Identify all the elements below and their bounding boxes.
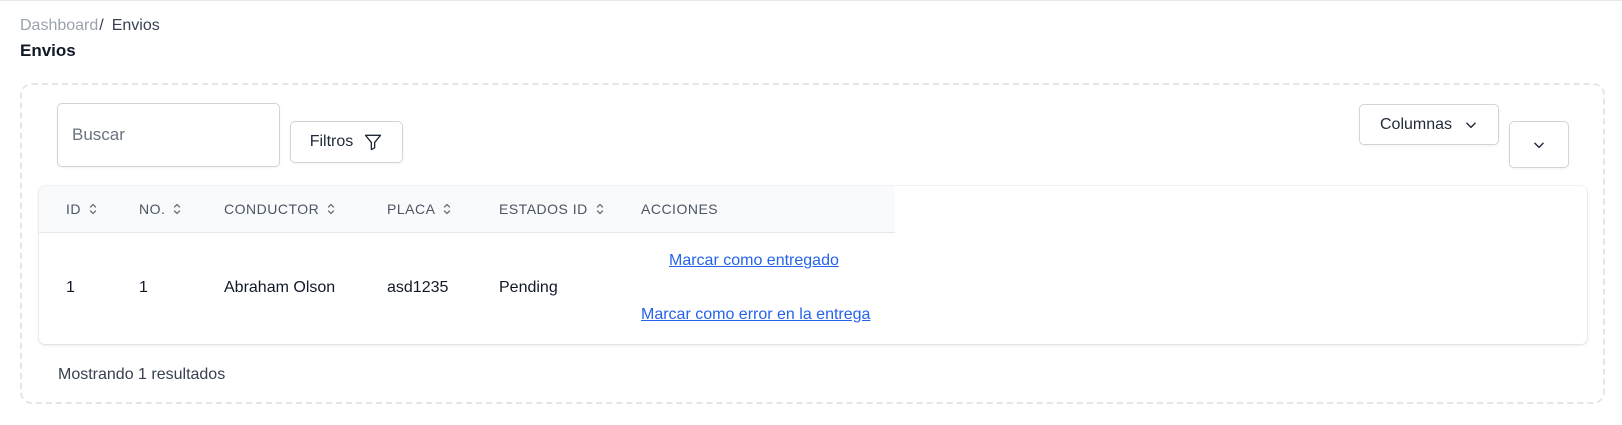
page-title: Envios [20, 41, 76, 60]
column-header-conductor[interactable]: Conductor [224, 186, 335, 232]
search-box [57, 103, 280, 167]
column-header-label: Conductor [224, 201, 320, 217]
mark-delivered-link[interactable]: Marcar como entregado [669, 251, 839, 271]
cell-estado: Pending [499, 279, 558, 296]
column-header-label: ID [66, 201, 81, 217]
cell-no: 1 [139, 279, 148, 296]
more-options-dropdown-button[interactable] [1509, 121, 1569, 168]
chevron-down-icon [1532, 138, 1546, 152]
columns-button-label: Columnas [1379, 115, 1453, 133]
search-input[interactable] [58, 104, 279, 166]
column-header-acciones: Acciones [641, 186, 718, 232]
filters-button[interactable]: Filtros [290, 121, 403, 163]
funnel-icon [363, 132, 383, 152]
column-header-no[interactable]: No. [139, 186, 181, 232]
breadcrumb-current: Envios [111, 17, 160, 34]
breadcrumb-dashboard-link[interactable]: Dashboard [20, 16, 98, 36]
sort-icon [327, 203, 335, 215]
chevron-down-icon [1464, 118, 1478, 132]
column-header-id[interactable]: ID [66, 186, 97, 232]
sort-icon [596, 203, 604, 215]
column-header-placa[interactable]: Placa [387, 186, 451, 232]
column-header-label: Acciones [641, 201, 719, 217]
cell-id: 1 [66, 279, 75, 296]
column-header-estados-id[interactable]: Estados ID [499, 186, 604, 232]
sort-icon [173, 203, 181, 215]
sort-icon [443, 203, 451, 215]
breadcrumb: Dashboard / Envios [20, 16, 160, 36]
cell-placa: asd1235 [387, 279, 449, 296]
mark-delivery-error-link[interactable]: Marcar como error en la entrega [641, 305, 870, 325]
breadcrumb-separator: / [99, 17, 104, 34]
cell-conductor: Abraham Olson [224, 279, 336, 296]
top-divider [0, 0, 1622, 1]
data-table: ID No. Conductor Placa Estados ID Accion… [39, 186, 1587, 344]
columns-button[interactable]: Columnas [1359, 104, 1499, 145]
column-header-label: Estados ID [499, 201, 588, 217]
column-header-label: Placa [387, 201, 436, 217]
column-header-label: No. [139, 201, 166, 217]
sort-icon [89, 203, 97, 215]
filters-button-label: Filtros [309, 133, 354, 150]
results-count: Mostrando 1 resultados [58, 366, 226, 383]
